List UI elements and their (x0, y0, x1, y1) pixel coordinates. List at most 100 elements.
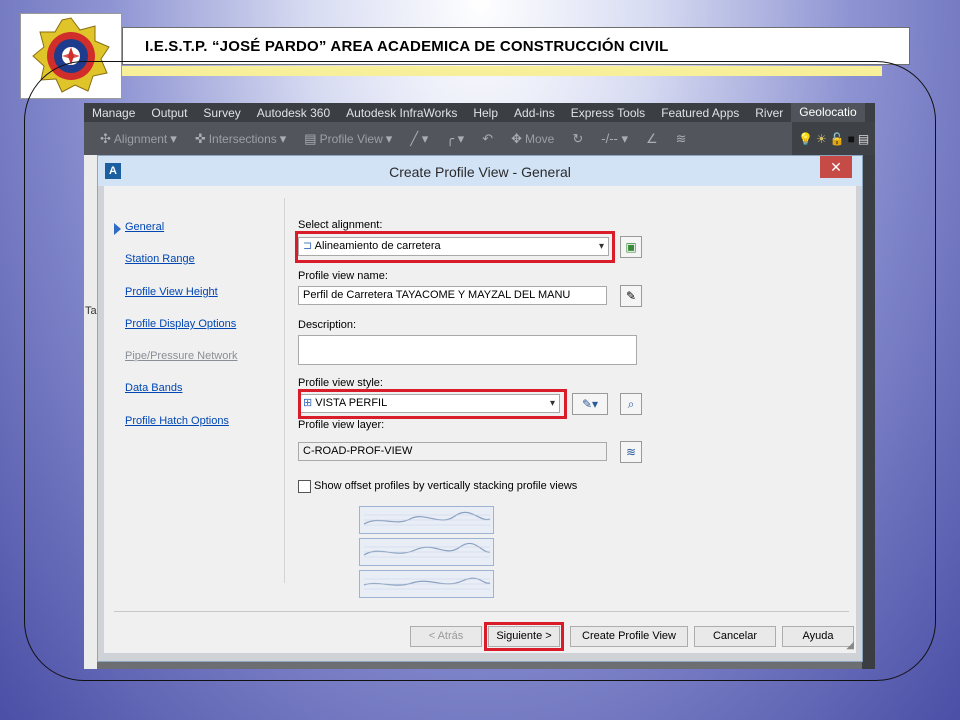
profile-preview-icon (363, 542, 491, 558)
rotate-tool[interactable]: ↻ (566, 131, 589, 147)
ribbon-tab-help[interactable]: Help (465, 106, 506, 120)
ribbon-tab-add-ins[interactable]: Add-ins (506, 106, 563, 120)
alignment-icon: ✣ (100, 130, 111, 146)
ribbon-right-panel: 💡 ☀ 🔓 ■ ▤ (792, 122, 875, 155)
nav-data-bands[interactable]: Data Bands (125, 382, 182, 394)
layers-icon: ≋ (625, 445, 637, 459)
ribbon-tab-featured-apps[interactable]: Featured Apps (653, 106, 747, 120)
intersections-icon: ✜ (194, 130, 206, 146)
arc-icon: ╭ ▾ (446, 130, 465, 146)
ribbon-tab-output[interactable]: Output (143, 106, 195, 120)
edit-style-icon: ✎▾ (581, 397, 599, 411)
resize-grip-icon[interactable]: ◢ (846, 640, 854, 651)
profile-preview-icon (363, 577, 491, 590)
rotate-icon: ↻ (572, 130, 584, 146)
nav-profile-hatch-options[interactable]: Profile Hatch Options (125, 415, 229, 427)
arc-tool[interactable]: ╭ ▾ (440, 131, 470, 147)
chevron-down-icon: ▾ (170, 130, 177, 146)
app-screenshot: Manage Output Survey Autodesk 360 Autode… (84, 103, 875, 669)
dialog-title-bar[interactable]: A Create Profile View - General ✕ (98, 156, 862, 186)
profile-view-tool[interactable]: ▤ Profile View ▾ (298, 131, 398, 147)
profile-preview-icon (363, 511, 491, 526)
chevron-down-icon: ▾ (279, 130, 287, 146)
angle-tool[interactable]: ∠ (640, 131, 664, 147)
close-button[interactable]: ✕ (820, 156, 852, 178)
nav-profile-display-options[interactable]: Profile Display Options (125, 318, 236, 330)
slide-title-box: I.E.S.T.P. “JOSÉ PARDO” AREA ACADEMICA D… (122, 27, 910, 65)
ribbon-tab-geolocation[interactable]: Geolocatio (791, 103, 865, 122)
stack-profiles-checkbox[interactable] (298, 480, 311, 493)
slide-title: I.E.S.T.P. “JOSÉ PARDO” AREA ACADEMICA D… (145, 37, 669, 55)
edit-name-icon: ✎ (625, 289, 637, 303)
undo-icon: ↶ (482, 130, 494, 146)
ribbon-tab-river[interactable]: River (747, 106, 791, 120)
pick-from-drawing-icon: ▣ (625, 240, 637, 254)
style-preview-button[interactable]: ⌕ (620, 393, 642, 415)
layers-tool[interactable]: ≋ (670, 131, 693, 147)
title-accent-bar (122, 66, 882, 76)
move-tool[interactable]: ✥ Move (505, 131, 560, 147)
angle-icon: ∠ (646, 130, 658, 146)
undo-tool[interactable]: ↶ (476, 131, 499, 147)
description-label: Description: (298, 319, 357, 331)
alignment-tool[interactable]: ✣ Alignment ▾ (94, 131, 183, 147)
stacked-preview-top (359, 506, 494, 534)
institution-logo (20, 13, 122, 99)
ribbon-tab-bar: Manage Output Survey Autodesk 360 Autode… (84, 103, 875, 122)
ribbon-toolbar: ✣ Alignment ▾ ✜ Intersections ▾ ▤ Profile Vie… (84, 122, 875, 155)
nav-general[interactable]: General (125, 221, 164, 233)
help-button[interactable]: Ayuda (782, 626, 854, 647)
gear-logo-icon (32, 17, 110, 93)
trim-tool[interactable]: -/-- ▾ (595, 131, 634, 147)
style-highlight-box (298, 389, 567, 419)
chevron-down-icon: ▾ (385, 130, 393, 146)
profile-view-name-label: Profile view name: (298, 270, 388, 282)
ribbon-tab-manage[interactable]: Manage (84, 106, 143, 120)
stacked-preview-bottom (359, 570, 494, 598)
nav-profile-view-height[interactable]: Profile View Height (125, 286, 218, 298)
description-input[interactable] (298, 335, 637, 365)
stack-profiles-label: Show offset profiles by vertically stack… (314, 480, 578, 492)
ribbon-tab-express-tools[interactable]: Express Tools (563, 106, 653, 120)
lock-icon[interactable]: 🔓 (830, 132, 845, 146)
profile-view-name-input[interactable]: Perfil de Carretera TAYACOME Y MAYZAL DE… (298, 286, 607, 305)
profile-view-icon: ▤ (304, 130, 317, 146)
profile-view-style-label: Profile view style: (298, 377, 383, 389)
create-profile-view-button[interactable]: Create Profile View (570, 626, 688, 647)
ribbon-tab-infraworks[interactable]: Autodesk InfraWorks (338, 106, 465, 120)
alignment-highlight-box (295, 231, 615, 263)
button-divider (114, 611, 849, 612)
profile-view-layer-field: C-ROAD-PROF-VIEW (298, 442, 607, 461)
layers-icon: ≋ (675, 130, 687, 146)
profile-view-layer-label: Profile view layer: (298, 419, 385, 431)
next-highlight-box (484, 622, 564, 651)
ribbon-tab-autodesk-360[interactable]: Autodesk 360 (249, 106, 338, 120)
trim-icon: -/-- ▾ (601, 130, 629, 146)
lightbulb-icon[interactable]: 💡 (798, 132, 813, 146)
cancel-button[interactable]: Cancelar (694, 626, 776, 647)
ribbon-tab-survey[interactable]: Survey (195, 106, 248, 120)
layer-button[interactable]: ≋ (620, 441, 642, 463)
line-tool[interactable]: ╱ ▾ (404, 131, 434, 147)
stacked-preview-middle (359, 538, 494, 566)
name-template-button[interactable]: ✎ (620, 285, 642, 307)
line-icon: ╱ ▾ (410, 130, 429, 146)
nav-station-range[interactable]: Station Range (125, 253, 195, 265)
nav-divider (284, 198, 285, 583)
back-button: < Atrás (410, 626, 482, 647)
current-step-arrow-icon (114, 223, 121, 235)
style-edit-menu-button[interactable]: ✎▾ (572, 393, 608, 415)
move-icon: ✥ (511, 130, 523, 146)
color-swatch-icon[interactable]: ■ (848, 132, 855, 146)
intersections-tool[interactable]: ✜ Intersections ▾ (189, 131, 292, 147)
drawing-area-right (862, 155, 875, 669)
dialog-body: General Station Range Profile View Heigh… (104, 186, 856, 653)
dialog-title: Create Profile View - General (389, 164, 571, 180)
select-alignment-label: Select alignment: (298, 219, 383, 231)
layer-state-icon[interactable]: ▤ (858, 132, 869, 146)
drawing-area-left: Ta (84, 155, 97, 669)
sun-icon[interactable]: ☀ (816, 132, 827, 146)
drawing-fragment-text: Ta (85, 305, 97, 317)
pick-alignment-button[interactable]: ▣ (620, 236, 642, 258)
nav-pipe-pressure-network: Pipe/Pressure Network (125, 350, 238, 362)
